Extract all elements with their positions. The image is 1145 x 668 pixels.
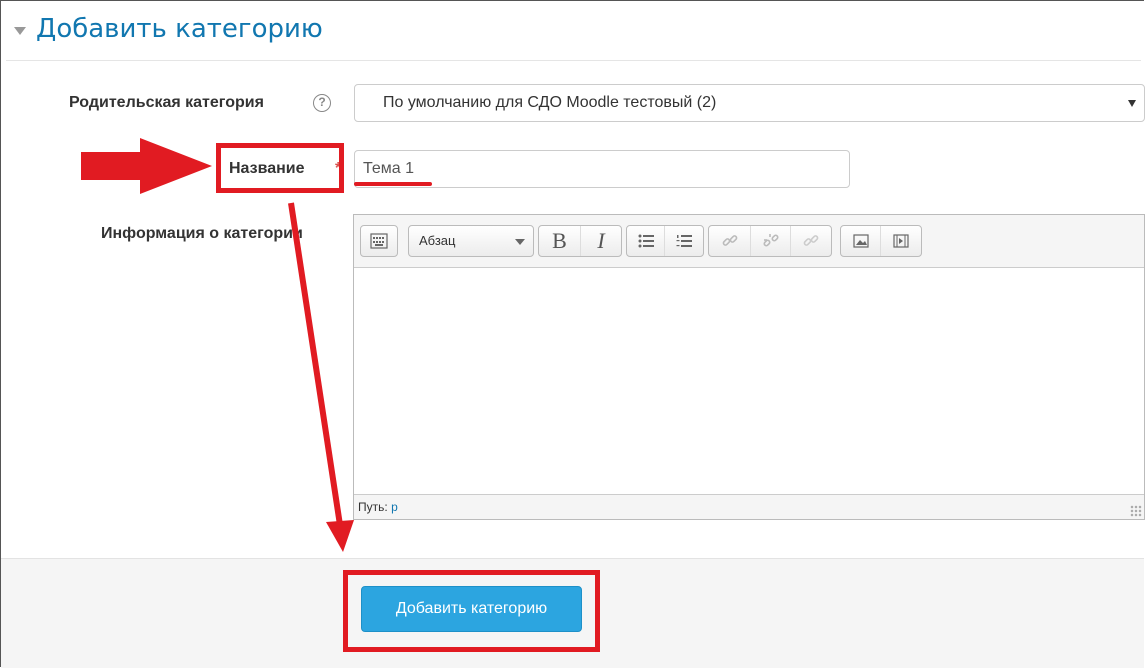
down-arrow-line bbox=[288, 202, 343, 526]
right-arrow-icon bbox=[81, 138, 212, 194]
down-arrow-head-icon bbox=[326, 520, 354, 552]
annotation-arrows bbox=[81, 138, 354, 552]
